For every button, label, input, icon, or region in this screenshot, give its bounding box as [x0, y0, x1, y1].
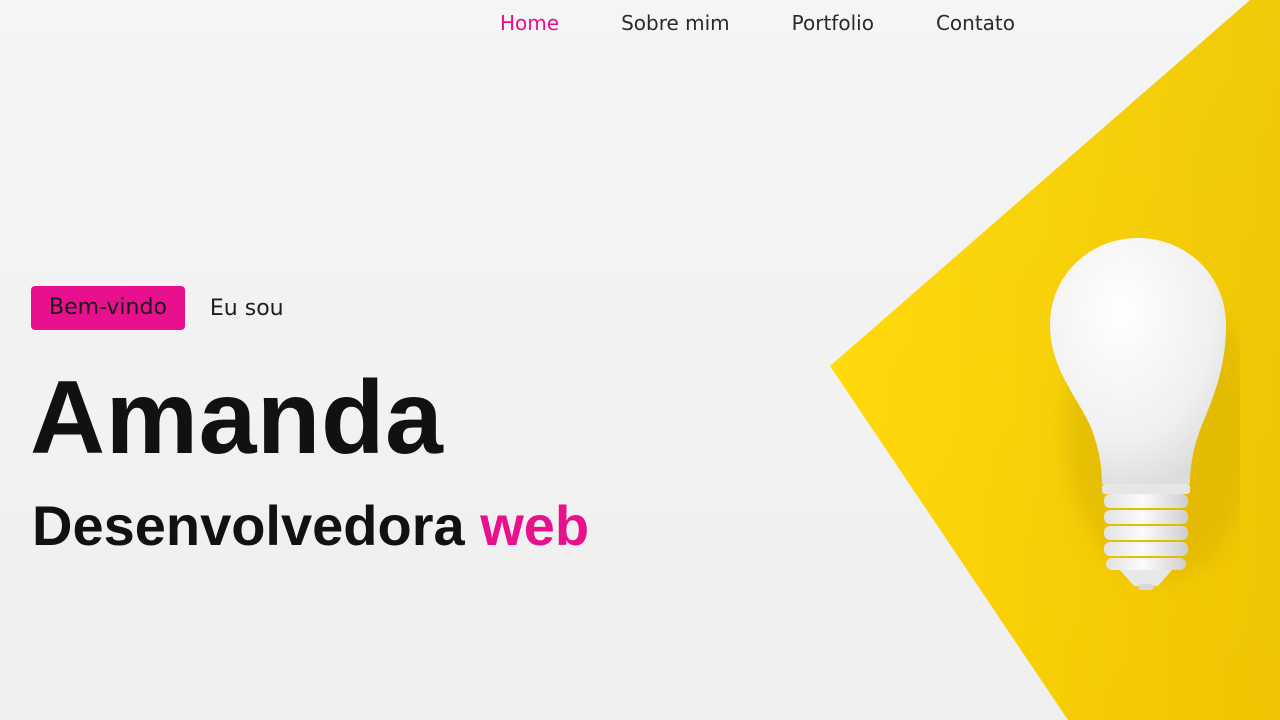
- role-accent: web: [480, 494, 590, 557]
- nav-link-sobre-mim[interactable]: Sobre mim: [621, 11, 730, 35]
- hero-section: Home Sobre mim Portfolio Contato Bem-vin…: [0, 0, 1280, 720]
- intro-row: Bem-vindo Eu sou: [31, 286, 284, 330]
- welcome-badge: Bem-vindo: [31, 286, 185, 330]
- intro-text: Eu sou: [209, 295, 284, 321]
- lightbulb-icon: [1050, 238, 1240, 590]
- nav-link-home[interactable]: Home: [500, 11, 559, 35]
- nav-link-contato[interactable]: Contato: [936, 11, 1015, 35]
- main-navigation: Home Sobre mim Portfolio Contato: [500, 8, 1015, 38]
- role-prefix: Desenvolvedora: [32, 494, 465, 557]
- hero-name: Amanda: [30, 360, 444, 476]
- nav-link-portfolio[interactable]: Portfolio: [792, 11, 874, 35]
- hero-role: Desenvolvedora web: [32, 492, 589, 560]
